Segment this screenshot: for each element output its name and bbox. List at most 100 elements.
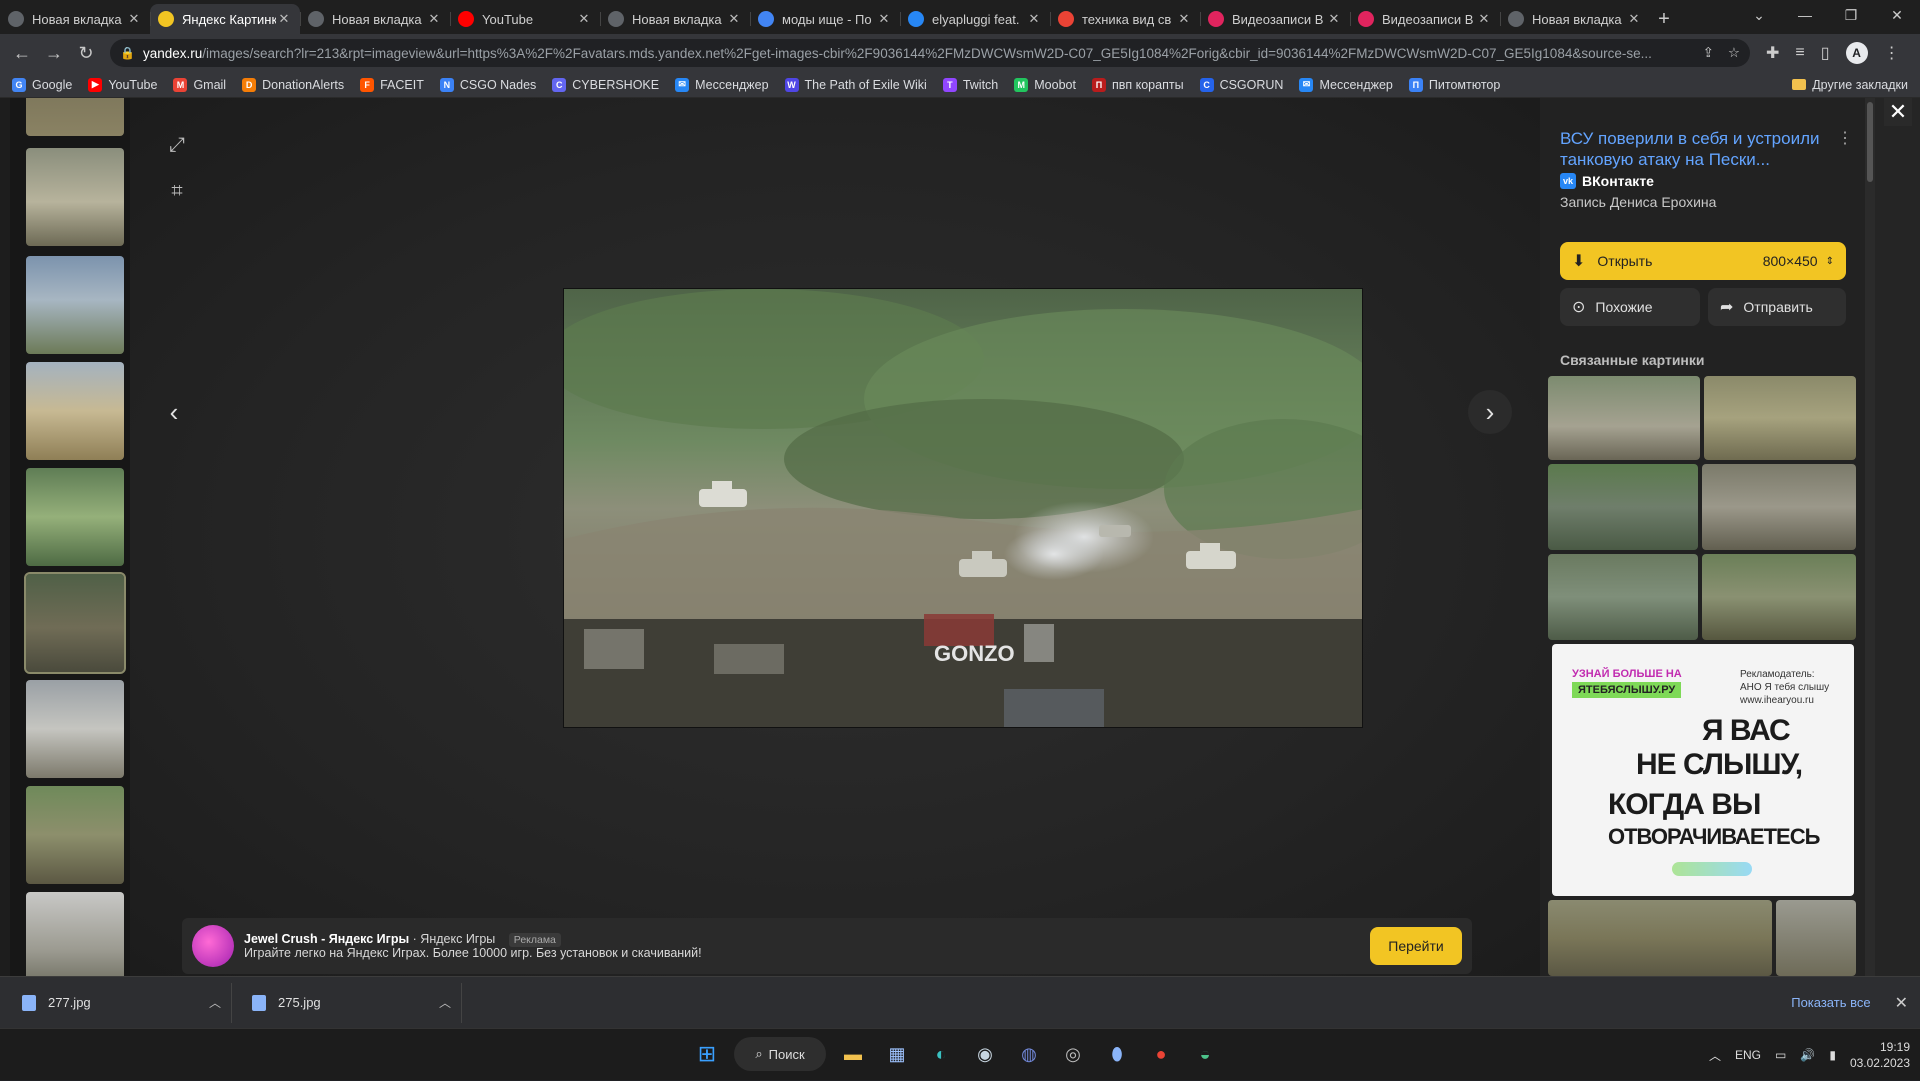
bookmark[interactable]: N CSGO Nades xyxy=(439,77,536,92)
open-image-button[interactable]: ⬇ Открыть 800×450 ⇕ xyxy=(1560,242,1846,280)
app-icon[interactable]: ⬮ xyxy=(1100,1037,1134,1071)
browser-tab[interactable]: Видеозаписи В ✕ xyxy=(1350,4,1500,34)
tab-close-icon[interactable]: ✕ xyxy=(1626,11,1642,27)
thumbnail[interactable] xyxy=(26,680,124,778)
back-button[interactable]: ← xyxy=(8,39,36,67)
profile-avatar[interactable]: A xyxy=(1845,42,1868,64)
windows-start-icon[interactable]: ⊞ xyxy=(690,1037,724,1071)
related-image[interactable] xyxy=(1702,464,1856,550)
chevron-up-icon[interactable]: ︿ xyxy=(439,994,451,1011)
discord-icon[interactable]: ◍ xyxy=(1012,1037,1046,1071)
close-viewer-icon[interactable]: ✕ xyxy=(1884,98,1912,126)
tab-close-icon[interactable]: ✕ xyxy=(726,11,742,27)
minimize-button[interactable]: — xyxy=(1782,0,1828,30)
tab-search-icon[interactable]: ⌄ xyxy=(1736,0,1782,30)
clock[interactable]: 19:19 03.02.2023 xyxy=(1850,1039,1910,1071)
related-image[interactable] xyxy=(1704,376,1856,460)
browser-tab[interactable]: Яндекс Картинки ✕ xyxy=(150,4,300,34)
share-button[interactable]: ➦ Отправить xyxy=(1708,288,1846,326)
side-panel-icon[interactable]: ▯ xyxy=(1821,43,1830,63)
main-image[interactable]: GONZO xyxy=(563,288,1363,728)
edge-icon[interactable]: ◐ xyxy=(924,1037,958,1071)
extensions-icon[interactable]: ✚ xyxy=(1766,43,1779,63)
tab-close-icon[interactable]: ✕ xyxy=(426,11,442,27)
related-image[interactable] xyxy=(1702,554,1856,640)
tab-close-icon[interactable]: ✕ xyxy=(1326,11,1342,27)
ad-banner[interactable]: Jewel Crush - Яндекс Игры · Яндекс Игры … xyxy=(182,918,1472,974)
forward-button[interactable]: → xyxy=(40,39,68,67)
bookmark[interactable]: W The Path of Exile Wiki xyxy=(784,77,927,92)
steam-icon[interactable]: ◉ xyxy=(968,1037,1002,1071)
related-image[interactable] xyxy=(1548,464,1698,550)
file-explorer-icon[interactable]: ▬ xyxy=(836,1037,870,1071)
close-download-bar-icon[interactable]: ✕ xyxy=(1895,993,1908,1013)
tab-close-icon[interactable]: ✕ xyxy=(1476,11,1492,27)
related-image[interactable] xyxy=(1548,554,1698,640)
maximize-button[interactable]: ❐ xyxy=(1828,0,1874,30)
bookmark[interactable]: ✉ Мессенджер xyxy=(675,77,769,92)
bookmark[interactable]: ✉ Мессенджер xyxy=(1299,77,1393,92)
source-link[interactable]: vk ВКонтакте xyxy=(1560,173,1654,189)
related-image[interactable] xyxy=(1776,900,1856,976)
bookmark[interactable]: C CYBERSHOKE xyxy=(552,77,659,92)
bookmark[interactable]: П Питомтютор xyxy=(1408,77,1500,92)
language-indicator[interactable]: ENG xyxy=(1735,1048,1761,1062)
bookmark[interactable]: M Gmail xyxy=(173,77,226,92)
thumbnail[interactable] xyxy=(26,148,124,246)
ad-card[interactable]: УЗНАЙ БОЛЬШЕ НА ЯТЕБЯСЛЫШУ.РУ Рекламодат… xyxy=(1552,644,1854,896)
menu-kebab-icon[interactable]: ⋮ xyxy=(1884,43,1900,63)
show-all-downloads-link[interactable]: Показать все xyxy=(1791,995,1870,1010)
bookmark[interactable]: C CSGORUN xyxy=(1199,77,1283,92)
similar-button[interactable]: ⊙ Похожие xyxy=(1560,288,1700,326)
thumbnail[interactable] xyxy=(26,786,124,884)
volume-icon[interactable]: 🔊 xyxy=(1800,1048,1815,1062)
browser-tab[interactable]: Новая вкладка ✕ xyxy=(600,4,750,34)
fullscreen-icon[interactable]: ⤢ xyxy=(160,128,194,162)
battery-icon[interactable]: ▮ xyxy=(1829,1048,1836,1062)
next-image-button[interactable]: › xyxy=(1468,390,1512,434)
thumbnail-selected[interactable] xyxy=(24,572,126,674)
browser-tab[interactable]: Видеозаписи В ✕ xyxy=(1200,4,1350,34)
download-item[interactable]: 275.jpg ︿ xyxy=(242,982,462,1023)
new-tab-button[interactable]: + xyxy=(1650,4,1678,34)
tab-close-icon[interactable]: ✕ xyxy=(1026,11,1042,27)
size-selector[interactable]: 800×450 xyxy=(1763,253,1818,269)
obs-icon[interactable]: ◎ xyxy=(1056,1037,1090,1071)
crop-icon[interactable]: ⌗ xyxy=(160,174,194,208)
panel-menu-icon[interactable]: ⋮ xyxy=(1837,128,1853,148)
tab-close-icon[interactable]: ✕ xyxy=(1176,11,1192,27)
panel-scrollbar[interactable] xyxy=(1865,98,1875,976)
tray-chevron-icon[interactable]: ︿ xyxy=(1709,1047,1721,1064)
reload-button[interactable]: ↻ xyxy=(72,39,100,67)
tab-close-icon[interactable]: ✕ xyxy=(276,11,292,27)
thumbnail[interactable] xyxy=(26,892,124,976)
related-image[interactable] xyxy=(1548,376,1700,460)
bookmark[interactable]: ▶ YouTube xyxy=(88,77,157,92)
chevron-up-icon[interactable]: ︿ xyxy=(209,994,221,1011)
download-item[interactable]: 277.jpg ︿ xyxy=(12,982,232,1023)
tab-close-icon[interactable]: ✕ xyxy=(576,11,592,27)
close-window-button[interactable]: ✕ xyxy=(1874,0,1920,30)
chrome-icon[interactable]: ● xyxy=(1144,1037,1178,1071)
bookmark-star-icon[interactable]: ☆ xyxy=(1728,45,1740,61)
thumbnail[interactable] xyxy=(26,256,124,354)
bookmark[interactable]: Ппвп корапты xyxy=(1091,77,1184,92)
browser-tab[interactable]: Новая вкладка ✕ xyxy=(0,4,150,34)
share-page-icon[interactable]: ⇪ xyxy=(1703,45,1714,61)
thumbnail[interactable] xyxy=(26,362,124,460)
related-image[interactable] xyxy=(1548,900,1772,976)
taskbar-search[interactable]: ⌕ Поиск xyxy=(734,1037,826,1071)
tab-close-icon[interactable]: ✕ xyxy=(126,11,142,27)
bookmark[interactable]: T Twitch xyxy=(942,77,998,92)
bookmark[interactable]: F FACEIT xyxy=(360,77,424,92)
bookmark[interactable]: D DonationAlerts xyxy=(242,77,344,92)
globe-icon[interactable]: ◒ xyxy=(1188,1037,1222,1071)
image-title-link[interactable]: ВСУ поверили в себя и устроили танковую … xyxy=(1560,128,1830,170)
browser-tab[interactable]: техника вид св ✕ xyxy=(1050,4,1200,34)
browser-tab[interactable]: Новая вкладка ✕ xyxy=(300,4,450,34)
browser-tab[interactable]: Новая вкладка ✕ xyxy=(1500,4,1650,34)
bookmark[interactable]: M Moobot xyxy=(1014,77,1076,92)
browser-tab[interactable]: elyapluggi feat. ✕ xyxy=(900,4,1050,34)
store-icon[interactable]: ▦ xyxy=(880,1037,914,1071)
address-bar[interactable]: 🔒 yandex.ru /images/search?lr=213&rpt=im… xyxy=(110,39,1750,67)
